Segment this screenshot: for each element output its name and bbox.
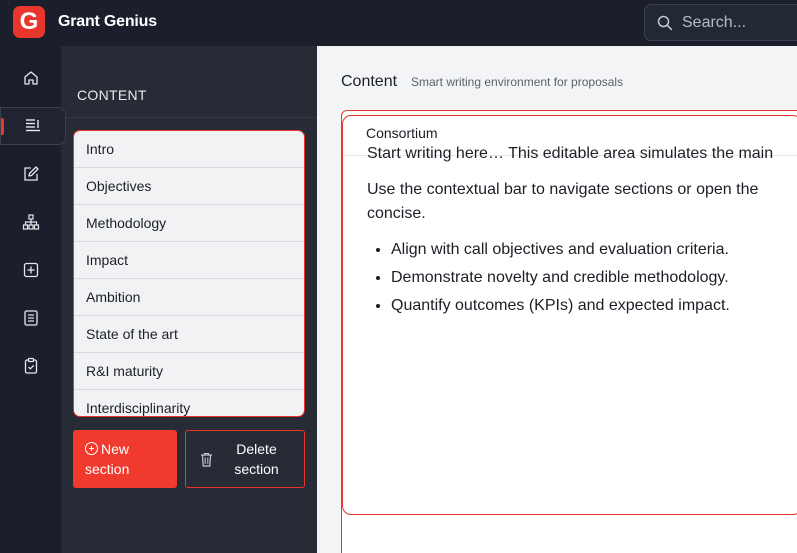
delete-button-label-line2: section [234, 461, 279, 477]
delete-button-label: Delete section [213, 439, 304, 479]
panel-divider [61, 117, 317, 118]
delete-section-button[interactable]: Delete section [185, 430, 305, 488]
section-item[interactable]: Objectives [74, 168, 304, 205]
section-item[interactable]: R&I maturity [74, 353, 304, 390]
new-button-label-line1: New [101, 441, 130, 457]
rail-checklist[interactable] [0, 347, 61, 385]
new-button-label-line2: section [85, 461, 130, 477]
delete-button-label-line1: Delete [236, 441, 277, 457]
editor-bullet: Align with call objectives and evaluatio… [391, 238, 797, 262]
new-section-button[interactable]: New section [73, 430, 177, 488]
rail-documents[interactable] [0, 299, 61, 337]
editor-paragraph: Use the contextual bar to navigate secti… [367, 181, 759, 198]
document-list-icon [23, 310, 38, 326]
app-title: Grant Genius [58, 13, 157, 30]
main-area: Content Smart writing environment for pr… [317, 46, 797, 553]
content-panel: CONTENT Intro Objectives Methodology Imp… [61, 46, 317, 553]
search-input[interactable] [682, 13, 797, 32]
org-chart-icon [22, 214, 39, 230]
rail-structure[interactable] [0, 203, 61, 241]
editor-paragraph-continued: concise. [367, 205, 426, 222]
search-icon [657, 15, 673, 30]
page-title: Content [341, 73, 398, 90]
section-list[interactable]: Intro Objectives Methodology Impact Ambi… [73, 130, 305, 417]
clipboard-check-icon [24, 357, 37, 374]
rail-content[interactable] [0, 107, 66, 145]
section-item[interactable]: State of the art [74, 316, 304, 353]
search-box[interactable] [644, 4, 797, 41]
section-item[interactable]: Methodology [74, 205, 304, 242]
page-subtitle: Smart writing environment for proposals [411, 75, 624, 89]
panel-title: CONTENT [77, 87, 147, 103]
icon-rail [0, 46, 66, 553]
top-bar: G Grant Genius [0, 0, 797, 46]
editor-bullet: Demonstrate novelty and credible methodo… [391, 266, 797, 290]
home-icon [23, 71, 38, 85]
section-item[interactable]: Ambition [74, 279, 304, 316]
editor-bullet-list: Align with call objectives and evaluatio… [367, 238, 797, 318]
logo-letter: G [19, 8, 39, 35]
section-item[interactable]: Intro [74, 131, 304, 168]
editor-paragraph: Start writing here… This editable area s… [367, 145, 774, 162]
edit-icon [23, 166, 39, 181]
add-box-icon [23, 262, 38, 278]
section-item[interactable]: Impact [74, 242, 304, 279]
content-icon [26, 119, 40, 132]
rail-add[interactable] [0, 251, 61, 289]
editor-area[interactable]: Start writing here… This editable area s… [342, 115, 797, 515]
rail-home[interactable] [0, 59, 61, 97]
rail-edit[interactable] [0, 155, 61, 193]
editor-bullet: Quantify outcomes (KPIs) and expected im… [391, 294, 797, 318]
trash-icon [201, 452, 212, 467]
section-item[interactable]: Interdisciplinarity [74, 390, 304, 416]
app-logo[interactable]: G [13, 6, 45, 38]
plus-circle-icon [85, 442, 98, 455]
